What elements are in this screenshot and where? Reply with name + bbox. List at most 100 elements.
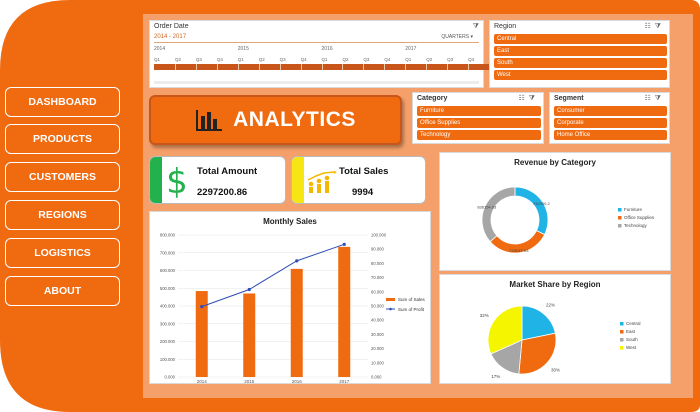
pie-data-label: 30%: [551, 368, 560, 373]
region-item-central[interactable]: Central: [494, 34, 667, 44]
legend-label: Technology: [624, 223, 648, 228]
analytics-banner: ANALYTICS: [149, 95, 402, 145]
timeline-quarter-label[interactable]: Q3: [447, 57, 453, 62]
legend-label: West: [626, 345, 637, 350]
legend-swatch-sales: [386, 298, 395, 301]
y-tick-right: 90.000: [371, 247, 384, 252]
revenue-donut-svg: 742000.2 719047.03 836154.03 Furniture Offic…: [477, 186, 655, 254]
legend-label: Furniture: [624, 207, 643, 212]
timeline-quarter-label[interactable]: Q1: [405, 57, 411, 62]
y-tick-right: 0.000: [371, 375, 382, 380]
category-item-technology[interactable]: Technology: [417, 130, 541, 140]
timeline-segment-divider: [279, 64, 281, 70]
clear-filter-icon[interactable]: ⧩: [655, 23, 665, 30]
timeline-quarter-label[interactable]: Q1: [238, 57, 244, 62]
segment-item-consumer[interactable]: Consumer: [554, 106, 667, 116]
kpi-value: 2297200.86: [197, 187, 248, 198]
timeline-year-label: 2015: [237, 46, 249, 52]
y-tick-right: 10.000: [371, 360, 384, 365]
category-item-furniture[interactable]: Furniture: [417, 106, 541, 116]
sales-bar: [290, 268, 303, 377]
y-tick-right: 60.000: [371, 289, 384, 294]
y-tick-left: 200.000: [160, 339, 176, 344]
timeline-segment-divider: [468, 64, 470, 70]
timeline-quarter-label[interactable]: Q1: [322, 57, 328, 62]
y-tick-left: 700.000: [160, 250, 176, 255]
timeline-quarter-label[interactable]: Q3: [363, 57, 369, 62]
y-tick-left: 800.000: [160, 233, 176, 238]
multi-select-icon[interactable]: ☷: [518, 95, 528, 102]
region-item-west[interactable]: West: [494, 70, 667, 80]
timeline-range: 2014 - 2017: [154, 34, 187, 40]
timeline-quarter-label[interactable]: Q4: [301, 57, 307, 62]
slicer-icons: ☷⧩: [644, 94, 665, 103]
clear-filter-icon[interactable]: ⧩: [529, 95, 539, 102]
y-tick-left: 400.000: [160, 304, 176, 309]
timeline-segment-divider: [237, 64, 239, 70]
nav-logistics-button[interactable]: LOGISTICS: [5, 238, 120, 268]
market-share-pie-svg: 22% 30% 17% 32% Central East South West: [480, 303, 641, 379]
clear-filter-icon[interactable]: ⧩: [655, 95, 665, 102]
multi-select-icon[interactable]: ☷: [644, 95, 654, 102]
segment-item-corporate[interactable]: Corporate: [554, 118, 667, 128]
timeline-quarter-label[interactable]: Q2: [342, 57, 348, 62]
region-item-south[interactable]: South: [494, 58, 667, 68]
clear-filter-icon[interactable]: ⧩: [473, 23, 479, 31]
timeline-level-selector[interactable]: QUARTERS ▾: [441, 34, 473, 40]
legend-swatch: [620, 322, 624, 326]
market-share-chart: Market Share by Region 22% 30% 17% 32% Centr…: [439, 274, 671, 384]
nav-products-button[interactable]: PRODUCTS: [5, 124, 120, 154]
bar-chart-icon: [196, 110, 223, 131]
timeline-segment-divider: [342, 64, 344, 70]
slicer-icons: ☷⧩: [518, 94, 539, 103]
timeline-quarter-label[interactable]: Q4: [217, 57, 223, 62]
timeline-year-label: 2014: [154, 46, 166, 52]
pie-data-label: 32%: [480, 313, 489, 318]
sales-bar: [243, 293, 256, 377]
dollar-icon: $: [166, 162, 188, 202]
y-tick-left: 500.000: [160, 286, 176, 291]
multi-select-icon[interactable]: ☷: [644, 23, 654, 30]
kpi-label: Total Amount: [197, 166, 258, 177]
order-date-timeline[interactable]: Order Date ⧩ 2014 - 2017 QUARTERS ▾ 2014…: [149, 20, 489, 88]
pie-slice: [481, 186, 516, 243]
x-tick-label: 2015: [244, 379, 255, 384]
legend-label-sales: Sum of Sales: [398, 297, 426, 302]
segment-item-home-office[interactable]: Home Office: [554, 130, 667, 140]
timeline-quarter-label[interactable]: Q4: [384, 57, 390, 62]
timeline-quarter-label[interactable]: Q3: [196, 57, 202, 62]
nav-dashboard-button[interactable]: DASHBOARD: [5, 87, 120, 117]
timeline-quarter-label[interactable]: Q2: [426, 57, 432, 62]
region-item-east[interactable]: East: [494, 46, 667, 56]
kpi-label: Total Sales: [339, 166, 389, 177]
timeline-segment-divider: [300, 64, 302, 70]
timeline-quarter-label[interactable]: Q3: [280, 57, 286, 62]
y-tick-left: 0.000: [165, 375, 176, 380]
timeline-quarter-label[interactable]: Q2: [259, 57, 265, 62]
nav-regions-button[interactable]: REGIONS: [5, 200, 120, 230]
timeline-scrollbar[interactable]: [154, 81, 479, 84]
y-tick-right: 80.000: [371, 261, 384, 266]
y-tick-right: 70.000: [371, 275, 384, 280]
pie-slice: [514, 186, 549, 236]
legend-swatch: [618, 208, 622, 212]
timeline-segment-divider: [216, 64, 218, 70]
timeline-divider: [154, 42, 479, 43]
sales-bar: [195, 291, 208, 377]
nav-about-button[interactable]: ABOUT: [5, 276, 120, 306]
segment-slicer: Segment ☷⧩ Consumer Corporate Home Offic…: [549, 92, 670, 144]
timeline-quarter-label[interactable]: Q2: [175, 57, 181, 62]
legend-label: Central: [626, 321, 641, 326]
sales-bar: [338, 246, 351, 377]
category-item-office-supplies[interactable]: Office Supplies: [417, 118, 541, 128]
y-tick-right: 20.000: [371, 346, 384, 351]
people-growth-icon: [306, 162, 338, 202]
region-slicer-title: Region: [494, 23, 517, 30]
monthly-sales-svg: 0.000 100.000 200.000 300.000 400.000 500.000…: [160, 233, 426, 385]
timeline-quarter-label[interactable]: Q4: [468, 57, 474, 62]
timeline-quarter-label[interactable]: Q1: [154, 57, 160, 62]
legend-swatch: [620, 330, 624, 334]
profit-line: [201, 243, 345, 308]
timeline-year-label: 2016: [321, 46, 333, 52]
nav-customers-button[interactable]: CUSTOMERS: [5, 162, 120, 192]
